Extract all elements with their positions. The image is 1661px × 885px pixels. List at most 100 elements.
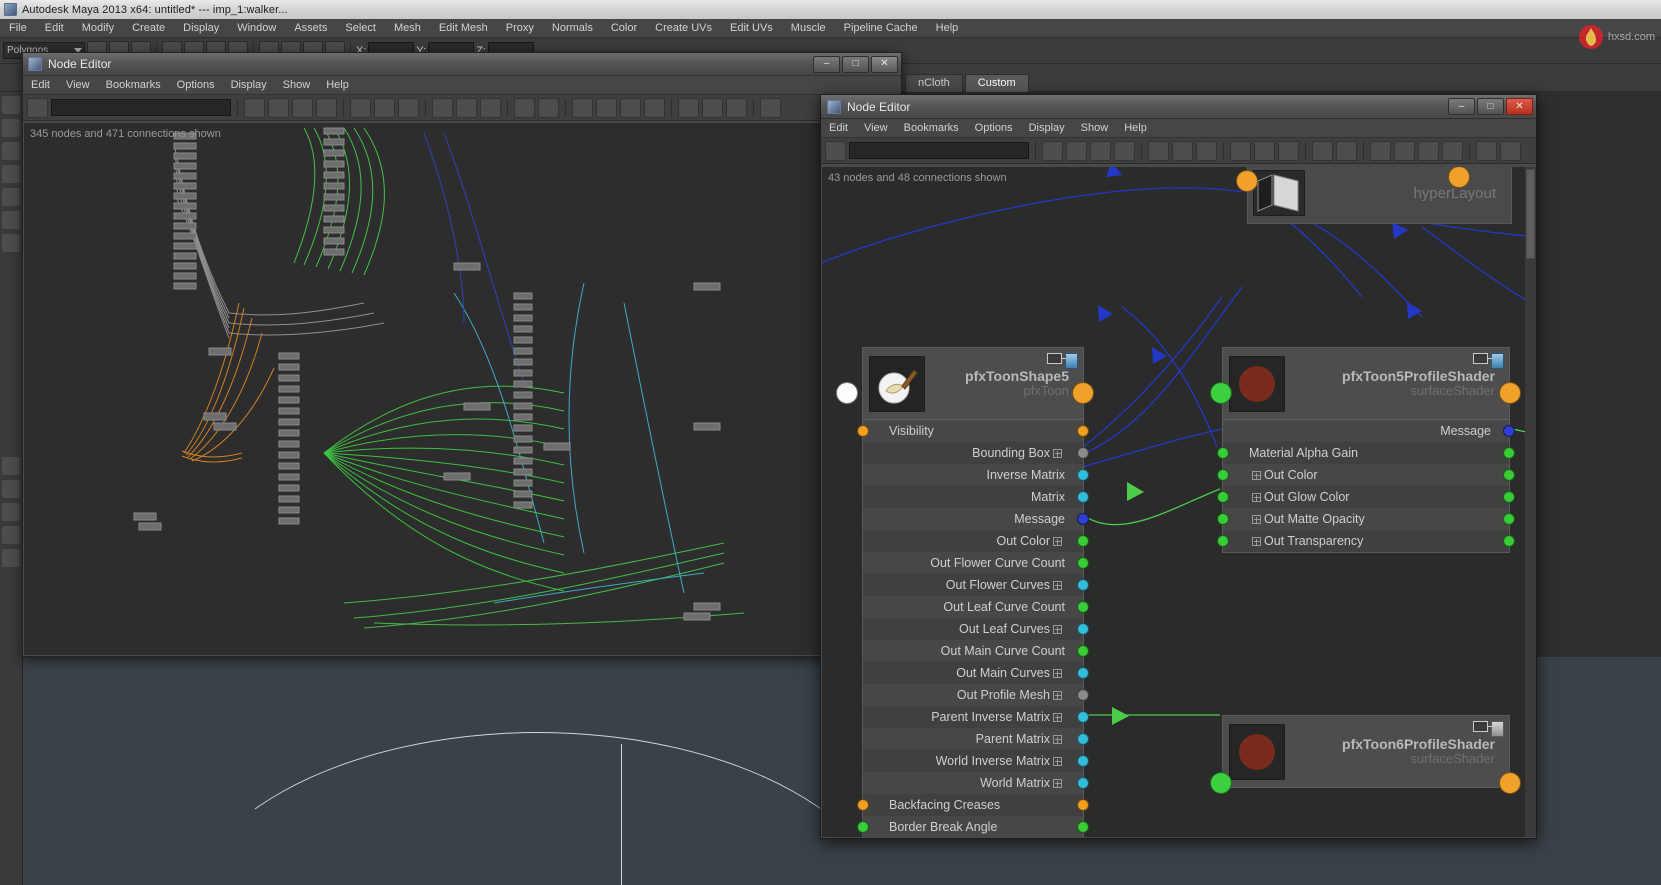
attr-visibility[interactable]: Visibility [863,420,1083,442]
attr-parent-inverse-matrix[interactable]: Parent Inverse Matrix [863,706,1083,728]
layout-hypergraph-icon[interactable] [2,526,20,544]
menu-assets[interactable]: Assets [285,19,336,38]
pfxtoonshape5-badges[interactable] [1047,353,1078,369]
ne2-clear-graph-icon[interactable] [1500,141,1521,161]
menu-file[interactable]: File [0,19,36,38]
expand-icon[interactable] [1053,625,1062,634]
ne2-create-node-icon[interactable] [1172,141,1193,161]
ne2-search-input[interactable] [849,142,1029,159]
ne2-pin-icon[interactable] [1312,141,1333,161]
ne2-add-to-graph-icon[interactable] [1370,141,1391,161]
select-tool-icon[interactable] [2,96,20,114]
move-tool-icon[interactable] [2,165,20,183]
ne1-pin-icon[interactable] [514,98,535,118]
shader5-attr-out-color-in-plug[interactable] [1217,469,1229,481]
ne1-refresh-icon[interactable] [244,98,265,118]
menu-normals[interactable]: Normals [543,19,602,38]
display-toggle-icon[interactable] [1065,353,1078,369]
attr-out-color-out-plug[interactable] [1077,535,1089,547]
ne1-create-node-icon[interactable] [374,98,395,118]
ne1-menu-display[interactable]: Display [223,76,275,95]
shader5-attr-message[interactable]: Message [1223,420,1509,442]
shader5-attr-out-transparency-out-plug[interactable] [1503,535,1515,547]
ne1-input-connections-icon[interactable] [268,98,289,118]
expand-icon[interactable] [1252,515,1261,524]
ne2-menu-bookmarks[interactable]: Bookmarks [896,119,967,138]
ne1-menu-edit[interactable]: Edit [23,76,58,95]
attr-out-leaf-curves[interactable]: Out Leaf Curves [863,618,1083,640]
attr-out-profile-mesh[interactable]: Out Profile Mesh [863,684,1083,706]
display-toggle-icon[interactable] [1491,721,1504,737]
ne1-edit-graph-icon[interactable] [596,98,617,118]
pfxtoon5profileshader-node-input-plug[interactable] [1210,382,1232,404]
ne2-grid-handle-icon[interactable] [825,141,846,161]
pfxtoon6profileshader-badges[interactable] [1473,721,1504,737]
ne2-edit-graph-icon[interactable] [1394,141,1415,161]
attr-parent-matrix[interactable]: Parent Matrix [863,728,1083,750]
display-toggle-icon[interactable] [1491,353,1504,369]
pfxtoonshape5-node-input-plug[interactable] [836,382,858,404]
ne2-menu-display[interactable]: Display [1021,119,1073,138]
pin-icon[interactable] [1473,721,1488,732]
ne1-back-icon[interactable] [620,98,641,118]
pfxtoon5profileshader-badges[interactable] [1473,353,1504,369]
ne2-menu-view[interactable]: View [856,119,896,138]
attr-out-color[interactable]: Out Color [863,530,1083,552]
shelf-tab-bar[interactable]: nCloth Custom [905,72,1031,92]
ne2-back-icon[interactable] [1418,141,1439,161]
attr-border-break-angle[interactable]: Border Break Angle [863,816,1083,837]
ne2-rearrange-graph-icon[interactable] [1148,141,1169,161]
node-editor-2-titlebar[interactable]: Node Editor – □ ✕ [821,95,1536,119]
attr-out-flower-curve-count-out-plug[interactable] [1077,557,1089,569]
node-editor-1-canvas[interactable]: 345 nodes and 471 connections shown [24,123,900,655]
attr-out-flower-curve-count[interactable]: Out Flower Curve Count [863,552,1083,574]
minimize-button[interactable]: – [813,56,840,73]
ne2-menu-show[interactable]: Show [1073,119,1117,138]
ne1-input-output-connections-icon[interactable] [292,98,313,118]
paint-select-icon[interactable] [2,142,20,160]
attr-world-inverse-matrix[interactable]: World Inverse Matrix [863,750,1083,772]
shader5-attr-out-color[interactable]: Out Color [1223,464,1509,486]
expand-icon[interactable] [1053,537,1062,546]
menu-create[interactable]: Create [123,19,174,38]
menu-proxy[interactable]: Proxy [497,19,543,38]
menu-muscle[interactable]: Muscle [782,19,835,38]
ne2-input-connections-icon[interactable] [1066,141,1087,161]
node-pfxtoon5profileshader[interactable]: pfxToon5ProfileShader surfaceShader Mess… [1222,347,1510,553]
menu-help[interactable]: Help [927,19,968,38]
attr-inverse-matrix[interactable]: Inverse Matrix [863,464,1083,486]
attr-backfacing-creases-in-plug[interactable] [857,799,869,811]
attr-matrix[interactable]: Matrix [863,486,1083,508]
attr-backfacing-creases[interactable]: Backfacing Creases [863,794,1083,816]
ne2-menu-edit[interactable]: Edit [821,119,856,138]
attr-matrix-out-plug[interactable] [1077,491,1089,503]
attr-out-profile-mesh-out-plug[interactable] [1077,689,1089,701]
ne2-menu-help[interactable]: Help [1116,119,1155,138]
attr-parent-matrix-out-plug[interactable] [1077,733,1089,745]
shader5-attr-out-transparency-in-plug[interactable] [1217,535,1229,547]
ne1-menu-show[interactable]: Show [275,76,319,95]
pfxtoon6profileshader-header[interactable]: pfxToon6ProfileShader surfaceShader [1223,716,1509,787]
attr-parent-inverse-matrix-out-plug[interactable] [1077,711,1089,723]
scale-tool-icon[interactable] [2,211,20,229]
expand-icon[interactable] [1252,493,1261,502]
minimize-button-2[interactable]: – [1448,98,1475,115]
maximize-button-2[interactable]: □ [1477,98,1504,115]
ne1-clear-graph-icon[interactable] [702,98,723,118]
ne1-search-input[interactable] [51,99,231,116]
shader5-attr-out-color-out-plug[interactable] [1503,469,1515,481]
shader5-attr-out-matte-opacity-in-plug[interactable] [1217,513,1229,525]
expand-icon[interactable] [1053,691,1062,700]
layout-single-icon[interactable] [2,457,20,475]
node-editor-2-window-buttons[interactable]: – □ ✕ [1448,98,1536,115]
attr-out-main-curves[interactable]: Out Main Curves [863,662,1083,684]
attr-world-inverse-matrix-out-plug[interactable] [1077,755,1089,767]
ne1-menu-options[interactable]: Options [169,76,223,95]
menu-modify[interactable]: Modify [73,19,123,38]
node-editor-2-menubar[interactable]: Edit View Bookmarks Options Display Show… [821,119,1536,138]
scrollbar-thumb[interactable] [1526,169,1535,259]
ne1-show-attributes-icon[interactable] [678,98,699,118]
attr-out-flower-curves-out-plug[interactable] [1077,579,1089,591]
node-hyperlayout[interactable]: hyperLayout [1247,167,1512,224]
node-editor-1-window-buttons[interactable]: – □ ✕ [813,56,901,73]
